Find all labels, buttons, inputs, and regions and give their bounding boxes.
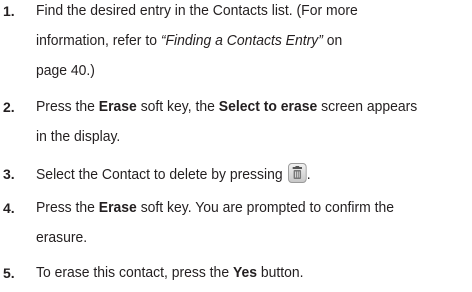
step-text: To erase this contact, press the Yes but… (36, 262, 436, 292)
text-run: Find the desired entry in the Contacts l… (36, 2, 358, 19)
text-run: Select the Contact to delete by pressing (36, 166, 283, 183)
step-text: Press the Erase soft key. You are prompt… (36, 197, 436, 257)
step-number: 3. (3, 166, 15, 182)
text-run: page 40.) (36, 62, 95, 79)
text-run: soft key. You are prompted to confirm th… (136, 199, 395, 216)
step-line: Find the desired entry in the Contacts l… (36, 0, 436, 30)
erase-key-label: Erase (98, 199, 137, 216)
text-run: button. (257, 264, 304, 281)
step-number: 1. (3, 3, 15, 19)
trash-can-icon (288, 163, 307, 183)
cross-reference: “Finding a Contacts Entry” (160, 32, 323, 49)
text-run: . (306, 166, 311, 183)
step-line: erasure. (36, 227, 436, 257)
text-run: screen appears (317, 98, 418, 115)
step-line: information, refer to “Finding a Contact… (36, 30, 436, 60)
yes-button-label: Yes (232, 264, 258, 281)
step-line: To erase this contact, press the Yes but… (36, 262, 436, 292)
step-line: Press the Erase soft key. You are prompt… (36, 197, 436, 227)
step-text: Find the desired entry in the Contacts l… (36, 0, 436, 90)
step-line: Press the Erase soft key, the Select to … (36, 96, 436, 126)
step-number: 4. (3, 200, 15, 216)
text-run: in the display. (36, 128, 121, 145)
step-number: 2. (3, 99, 15, 115)
step-number: 5. (3, 265, 15, 281)
text-run: erasure. (36, 229, 88, 246)
text-run: on (322, 32, 343, 49)
instruction-steps: 1. Find the desired entry in the Contact… (0, 0, 472, 291)
text-run: Press the (36, 199, 99, 216)
erase-key-label: Erase (98, 98, 137, 115)
step-text: Select the Contact to delete by pressing… (36, 163, 436, 193)
text-run: soft key, the (136, 98, 219, 115)
step-line: page 40.) (36, 60, 436, 90)
screen-name: Select to erase (218, 98, 318, 115)
text-run: Press the (36, 98, 99, 115)
text-run: To erase this contact, press the (36, 264, 233, 281)
step-line: in the display. (36, 126, 436, 156)
step-text: Press the Erase soft key, the Select to … (36, 96, 436, 156)
step-line: Select the Contact to delete by pressing… (36, 163, 436, 193)
text-run: information, refer to (36, 32, 161, 49)
